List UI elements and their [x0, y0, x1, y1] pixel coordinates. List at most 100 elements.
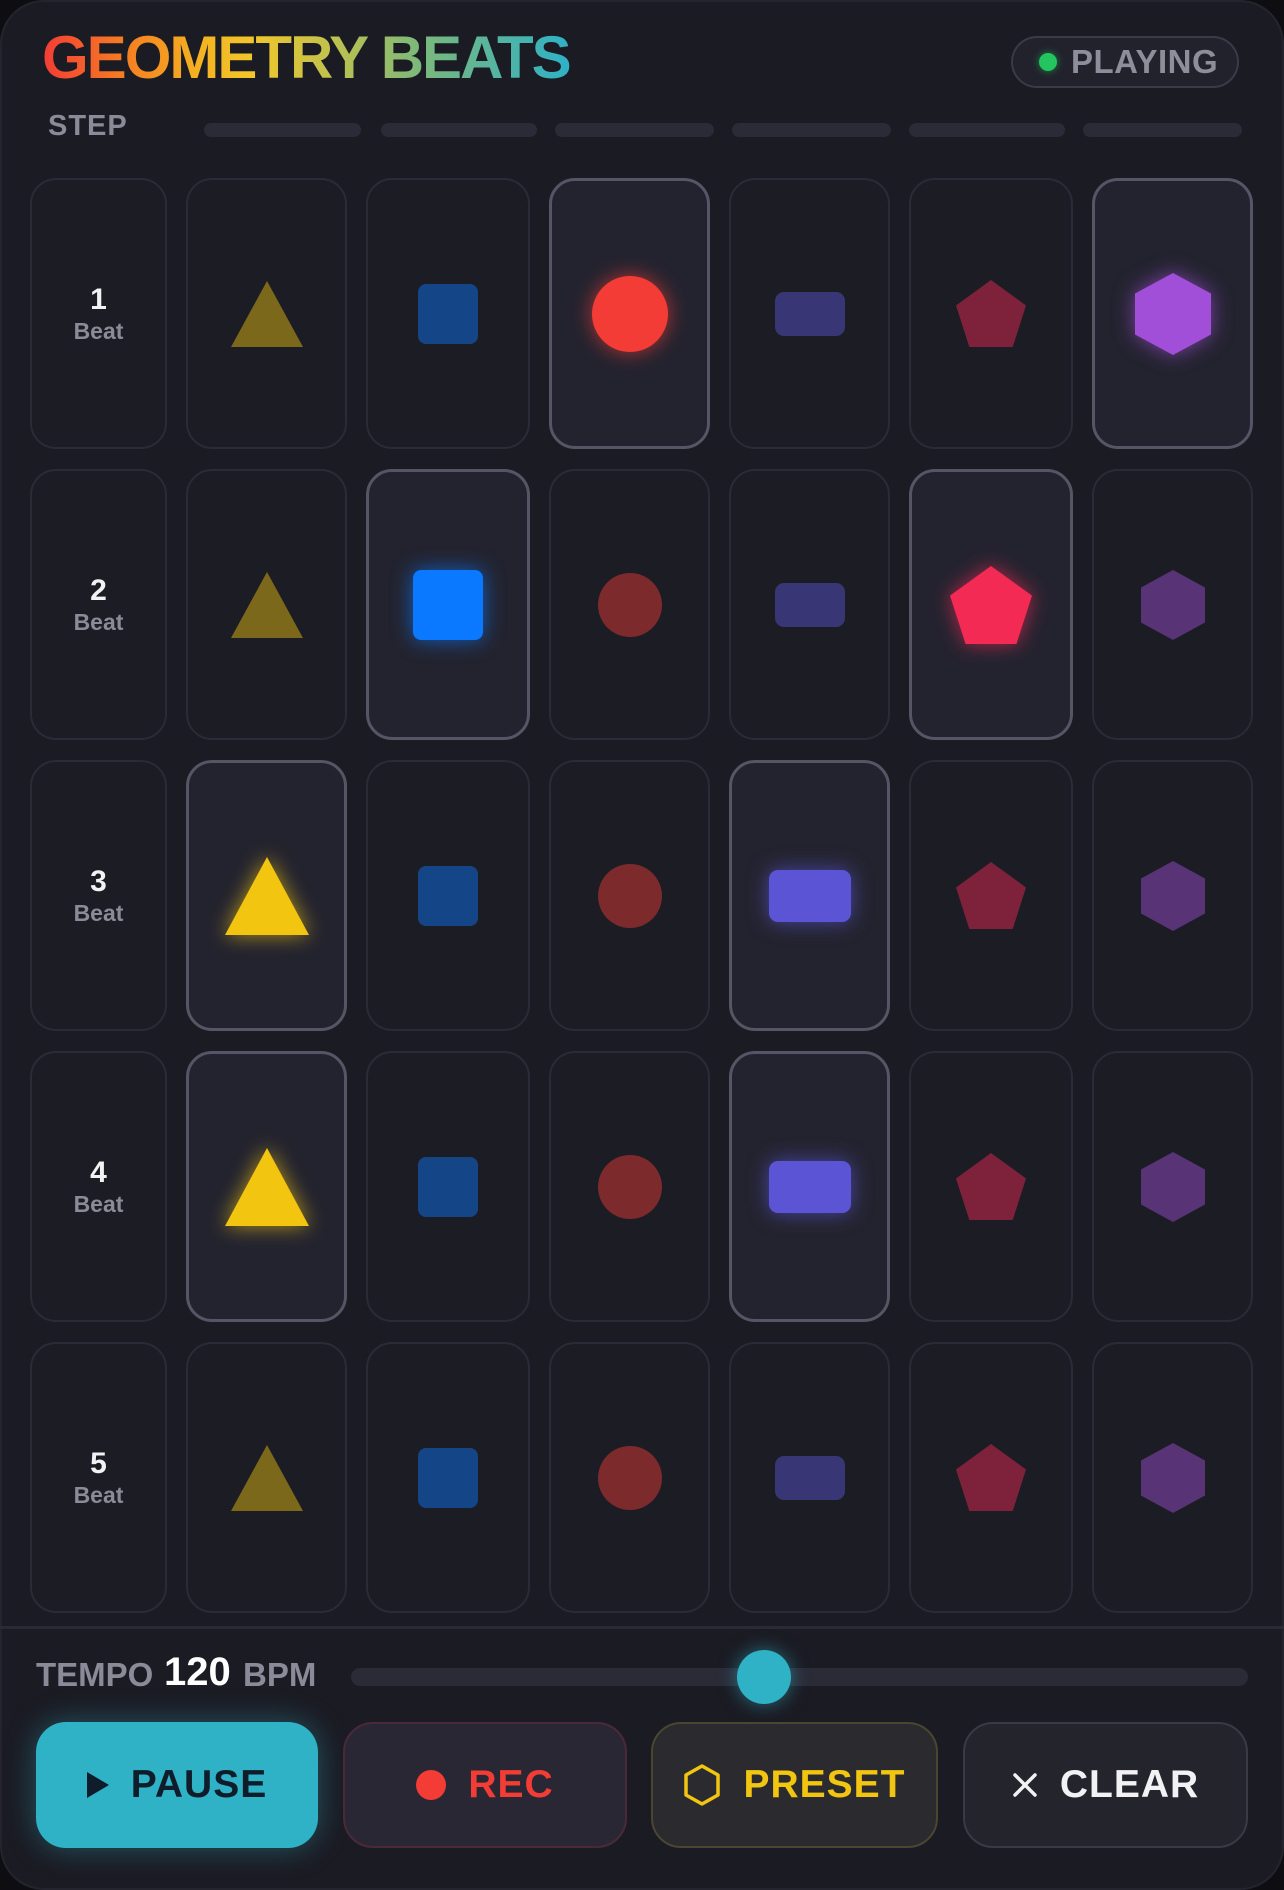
beat-pad-circle[interactable] — [549, 760, 710, 1031]
hexagon-icon — [1141, 1443, 1205, 1513]
app-title: GEOMETRY BEATS — [42, 22, 572, 94]
circle-icon — [598, 573, 662, 637]
beat-pad-hexagon[interactable] — [1092, 178, 1253, 449]
record-button[interactable]: REC — [343, 1722, 627, 1848]
beat-pad-hexagon[interactable] — [1092, 1342, 1253, 1613]
beat-pad-rounded-rect[interactable] — [729, 469, 890, 740]
pause-button-label: PAUSE — [130, 1763, 268, 1806]
tempo-label: TEMPO — [36, 1656, 154, 1693]
beat-pad-rounded-rect[interactable] — [729, 178, 890, 449]
square-icon — [418, 1448, 478, 1508]
pause-button[interactable]: PAUSE — [36, 1722, 318, 1848]
triangle-icon — [231, 572, 303, 638]
beat-pad-triangle[interactable] — [186, 760, 347, 1031]
hexagon-icon — [1141, 1152, 1205, 1222]
tempo-slider-track[interactable] — [351, 1668, 1248, 1686]
beat-pad-circle[interactable] — [549, 1342, 710, 1613]
tempo-slider-thumb[interactable] — [737, 1650, 791, 1704]
controls-divider — [0, 1626, 1284, 1629]
step-indicator — [555, 123, 714, 137]
triangle-icon — [231, 1445, 303, 1511]
step-indicator — [732, 123, 891, 137]
circle-icon — [598, 864, 662, 928]
rounded-rect-icon — [775, 292, 845, 336]
pentagon-icon — [956, 1153, 1026, 1220]
beat-pad-pentagon[interactable] — [909, 469, 1073, 740]
pentagon-icon — [956, 280, 1026, 347]
beat-number: 4 — [90, 1155, 107, 1189]
beat-pad-pentagon[interactable] — [909, 760, 1073, 1031]
beat-number: 1 — [90, 282, 107, 316]
step-label: STEP — [48, 110, 128, 142]
beat-pad-square[interactable] — [366, 1051, 530, 1322]
beat-word: Beat — [73, 317, 124, 344]
rounded-rect-icon — [769, 870, 851, 922]
beat-row-label: 1 Beat — [30, 178, 167, 449]
beat-pad-circle[interactable] — [549, 469, 710, 740]
hexagon-icon — [1141, 570, 1205, 640]
pentagon-icon — [956, 1444, 1026, 1511]
pentagon-icon — [956, 862, 1026, 929]
triangle-icon — [231, 281, 303, 347]
record-button-label: REC — [468, 1763, 554, 1806]
play-icon — [86, 1772, 109, 1798]
beat-pad-triangle[interactable] — [186, 178, 347, 449]
tempo-value: 120 — [164, 1650, 231, 1694]
beat-word: Beat — [73, 1481, 124, 1508]
beat-pad-square[interactable] — [366, 178, 530, 449]
circle-icon — [592, 276, 668, 352]
status-text: PLAYING — [1071, 43, 1219, 80]
circle-icon — [598, 1155, 662, 1219]
beat-number: 2 — [90, 573, 107, 607]
playback-status-badge: PLAYING — [1011, 36, 1239, 88]
status-dot-icon — [1039, 53, 1057, 71]
beat-pad-rounded-rect[interactable] — [729, 1342, 890, 1613]
app-frame: GEOMETRY BEATS PLAYING STEP 1 Beat 2 Beat 3 B… — [0, 0, 1284, 1890]
beat-row-label: 2 Beat — [30, 469, 167, 740]
beat-row-label: 3 Beat — [30, 760, 167, 1031]
beat-word: Beat — [73, 1190, 124, 1217]
beat-pad-triangle[interactable] — [186, 469, 347, 740]
triangle-icon — [225, 857, 309, 935]
beat-pad-hexagon[interactable] — [1092, 1051, 1253, 1322]
rounded-rect-icon — [769, 1161, 851, 1213]
beat-pad-pentagon[interactable] — [909, 1051, 1073, 1322]
rounded-rect-icon — [775, 583, 845, 627]
clear-button-label: CLEAR — [1059, 1763, 1200, 1806]
circle-icon — [598, 1446, 662, 1510]
beat-row-label: 4 Beat — [30, 1051, 167, 1322]
preset-button[interactable]: PRESET — [651, 1722, 938, 1848]
beat-word: Beat — [73, 608, 124, 635]
record-dot-icon — [416, 1770, 447, 1800]
beat-word: Beat — [73, 899, 124, 926]
beat-pad-hexagon[interactable] — [1092, 469, 1253, 740]
triangle-icon — [225, 1148, 309, 1226]
beat-pad-triangle[interactable] — [186, 1051, 347, 1322]
square-icon — [418, 1157, 478, 1217]
clear-button[interactable]: CLEAR — [963, 1722, 1248, 1848]
beat-pad-pentagon[interactable] — [909, 1342, 1073, 1613]
square-icon — [418, 284, 478, 344]
rounded-rect-icon — [775, 1456, 845, 1500]
step-indicator — [204, 123, 361, 137]
tempo-unit: BPM — [243, 1656, 317, 1693]
step-indicator — [909, 123, 1065, 137]
pentagon-icon — [950, 566, 1032, 644]
beat-pad-triangle[interactable] — [186, 1342, 347, 1613]
beat-pad-square[interactable] — [366, 1342, 530, 1613]
beat-pad-square[interactable] — [366, 469, 530, 740]
beat-pad-hexagon[interactable] — [1092, 760, 1253, 1031]
beat-number: 5 — [90, 1446, 107, 1480]
step-indicator — [1083, 123, 1242, 137]
beat-pad-rounded-rect[interactable] — [729, 1051, 890, 1322]
step-indicator — [381, 123, 537, 137]
beat-pad-square[interactable] — [366, 760, 530, 1031]
beat-pad-rounded-rect[interactable] — [729, 760, 890, 1031]
preset-button-label: PRESET — [743, 1763, 906, 1806]
square-icon — [418, 866, 478, 926]
beat-pad-circle[interactable] — [549, 1051, 710, 1322]
hexagon-icon — [1135, 273, 1211, 355]
beat-pad-circle[interactable] — [549, 178, 710, 449]
hexagon-outline-icon — [683, 1764, 721, 1806]
beat-pad-pentagon[interactable] — [909, 178, 1073, 449]
